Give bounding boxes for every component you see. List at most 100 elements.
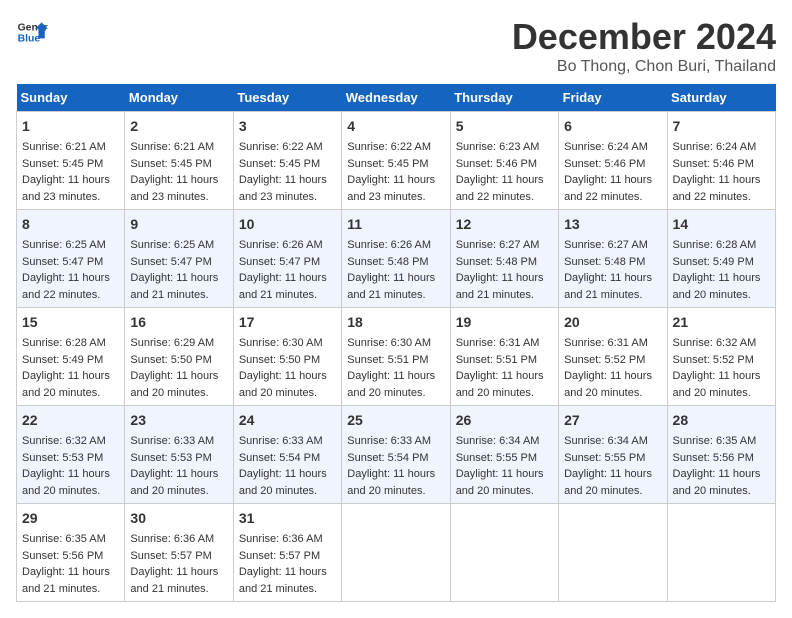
day-info-line: Daylight: 11 hours (239, 270, 336, 287)
calendar-cell: 8Sunrise: 6:25 AMSunset: 5:47 PMDaylight… (17, 210, 125, 308)
calendar-cell: 2Sunrise: 6:21 AMSunset: 5:45 PMDaylight… (125, 112, 233, 210)
day-info-line: Sunrise: 6:33 AM (239, 433, 336, 450)
calendar-cell: 7Sunrise: 6:24 AMSunset: 5:46 PMDaylight… (667, 112, 775, 210)
weekday-header: Tuesday (233, 84, 341, 112)
calendar-cell: 17 Sunrise: 6:30 AMSunset: 5:50 PMDayligh… (233, 308, 341, 406)
day-info-line: and 22 minutes. (564, 189, 661, 206)
day-info-line: Sunset: 5:51 PM (456, 352, 553, 369)
day-info-line: and 21 minutes. (239, 581, 336, 598)
calendar-cell: 5Sunrise: 6:23 AMSunset: 5:46 PMDaylight… (450, 112, 558, 210)
day-number: 13 (564, 214, 661, 235)
day-info-line: Sunrise: 6:36 AM (130, 531, 227, 548)
day-number: 29 (22, 508, 119, 529)
day-info-line: Sunrise: 6:27 AM (456, 237, 553, 254)
day-info-line: Sunset: 5:52 PM (673, 352, 770, 369)
day-info-line: Sunrise: 6:30 AM (347, 335, 444, 352)
day-info-line: Daylight: 11 hours (347, 172, 444, 189)
day-info-line: and 21 minutes. (239, 287, 336, 304)
day-info-line: Sunset: 5:56 PM (673, 450, 770, 467)
day-number: 18 (347, 312, 444, 333)
day-info-line: and 20 minutes. (456, 385, 553, 402)
day-info-line: Sunrise: 6:34 AM (564, 433, 661, 450)
day-number: 31 (239, 508, 336, 529)
day-number: 28 (673, 410, 770, 431)
day-info-line: Sunset: 5:57 PM (130, 548, 227, 565)
calendar-cell: 12Sunrise: 6:27 AMSunset: 5:48 PMDayligh… (450, 210, 558, 308)
day-info-line: and 20 minutes. (673, 287, 770, 304)
day-info-line: Sunset: 5:55 PM (456, 450, 553, 467)
calendar-cell: 6Sunrise: 6:24 AMSunset: 5:46 PMDaylight… (559, 112, 667, 210)
weekday-header: Saturday (667, 84, 775, 112)
calendar-cell: 18Sunrise: 6:30 AMSunset: 5:51 PMDayligh… (342, 308, 450, 406)
day-info-line: Sunset: 5:47 PM (239, 254, 336, 271)
day-info-line: and 20 minutes. (456, 483, 553, 500)
day-info-line: Daylight: 11 hours (22, 172, 119, 189)
weekday-header: Thursday (450, 84, 558, 112)
day-info-line: Sunset: 5:45 PM (22, 156, 119, 173)
calendar-cell: 20Sunrise: 6:31 AMSunset: 5:52 PMDayligh… (559, 308, 667, 406)
day-number: 4 (347, 116, 444, 137)
calendar-cell: 14Sunrise: 6:28 AMSunset: 5:49 PMDayligh… (667, 210, 775, 308)
day-number: 11 (347, 214, 444, 235)
day-info-line: and 20 minutes. (22, 385, 119, 402)
day-info-line: Sunset: 5:54 PM (239, 450, 336, 467)
calendar-cell: 19Sunrise: 6:31 AMSunset: 5:51 PMDayligh… (450, 308, 558, 406)
day-info-line: Sunset: 5:46 PM (673, 156, 770, 173)
day-info-line: and 22 minutes. (456, 189, 553, 206)
day-info-line: and 21 minutes. (564, 287, 661, 304)
day-info-line: Sunrise: 6:30 AM (239, 335, 336, 352)
calendar-week-row: 22Sunrise: 6:32 AMSunset: 5:53 PMDayligh… (17, 406, 776, 504)
weekday-header: Sunday (17, 84, 125, 112)
calendar-cell: 29Sunrise: 6:35 AMSunset: 5:56 PMDayligh… (17, 504, 125, 602)
calendar-cell: 10Sunrise: 6:26 AMSunset: 5:47 PMDayligh… (233, 210, 341, 308)
day-info-line: Daylight: 11 hours (347, 466, 444, 483)
day-info-line: Daylight: 11 hours (22, 270, 119, 287)
day-info-line: Daylight: 11 hours (673, 172, 770, 189)
day-info-line: and 22 minutes. (673, 189, 770, 206)
day-info-line: Daylight: 11 hours (130, 564, 227, 581)
day-info-line: and 23 minutes. (347, 189, 444, 206)
location-title: Bo Thong, Chon Buri, Thailand (512, 58, 776, 76)
day-number: 7 (673, 116, 770, 137)
day-info-line: Daylight: 11 hours (564, 368, 661, 385)
weekday-header: Wednesday (342, 84, 450, 112)
day-info-line: and 20 minutes. (130, 483, 227, 500)
day-info-line: Daylight: 11 hours (239, 368, 336, 385)
day-info-line: Sunrise: 6:21 AM (130, 139, 227, 156)
day-info-line: Sunset: 5:53 PM (22, 450, 119, 467)
calendar-cell: 11Sunrise: 6:26 AMSunset: 5:48 PMDayligh… (342, 210, 450, 308)
calendar-table: SundayMondayTuesdayWednesdayThursdayFrid… (16, 84, 776, 602)
calendar-week-row: 8Sunrise: 6:25 AMSunset: 5:47 PMDaylight… (17, 210, 776, 308)
day-info-line: and 21 minutes. (22, 581, 119, 598)
day-info-line: and 21 minutes. (130, 287, 227, 304)
day-number: 17 (239, 312, 336, 333)
day-info-line: Daylight: 11 hours (456, 172, 553, 189)
calendar-week-row: 1Sunrise: 6:21 AMSunset: 5:45 PMDaylight… (17, 112, 776, 210)
day-info-line: Sunset: 5:45 PM (130, 156, 227, 173)
day-number: 2 (130, 116, 227, 137)
day-info-line: Sunset: 5:51 PM (347, 352, 444, 369)
day-info-line: Sunset: 5:48 PM (347, 254, 444, 271)
calendar-cell: 26Sunrise: 6:34 AMSunset: 5:55 PMDayligh… (450, 406, 558, 504)
day-info-line: Sunset: 5:48 PM (456, 254, 553, 271)
day-info-line: Sunset: 5:49 PM (22, 352, 119, 369)
day-info-line: Sunset: 5:53 PM (130, 450, 227, 467)
weekday-header: Friday (559, 84, 667, 112)
calendar-cell: 1Sunrise: 6:21 AMSunset: 5:45 PMDaylight… (17, 112, 125, 210)
calendar-cell: 16Sunrise: 6:29 AMSunset: 5:50 PMDayligh… (125, 308, 233, 406)
calendar-cell: 24Sunrise: 6:33 AMSunset: 5:54 PMDayligh… (233, 406, 341, 504)
calendar-week-row: 15Sunrise: 6:28 AMSunset: 5:49 PMDayligh… (17, 308, 776, 406)
calendar-cell: 25Sunrise: 6:33 AMSunset: 5:54 PMDayligh… (342, 406, 450, 504)
month-title: December 2024 (512, 16, 776, 58)
day-info-line: Daylight: 11 hours (130, 466, 227, 483)
calendar-cell: 15Sunrise: 6:28 AMSunset: 5:49 PMDayligh… (17, 308, 125, 406)
day-info-line: and 23 minutes. (22, 189, 119, 206)
day-info-line: and 21 minutes. (456, 287, 553, 304)
day-info-line: and 20 minutes. (564, 385, 661, 402)
day-info-line: Daylight: 11 hours (22, 466, 119, 483)
day-info-line: Sunset: 5:50 PM (239, 352, 336, 369)
day-number: 6 (564, 116, 661, 137)
day-info-line: Daylight: 11 hours (22, 368, 119, 385)
day-number: 8 (22, 214, 119, 235)
svg-text:Blue: Blue (18, 34, 41, 45)
